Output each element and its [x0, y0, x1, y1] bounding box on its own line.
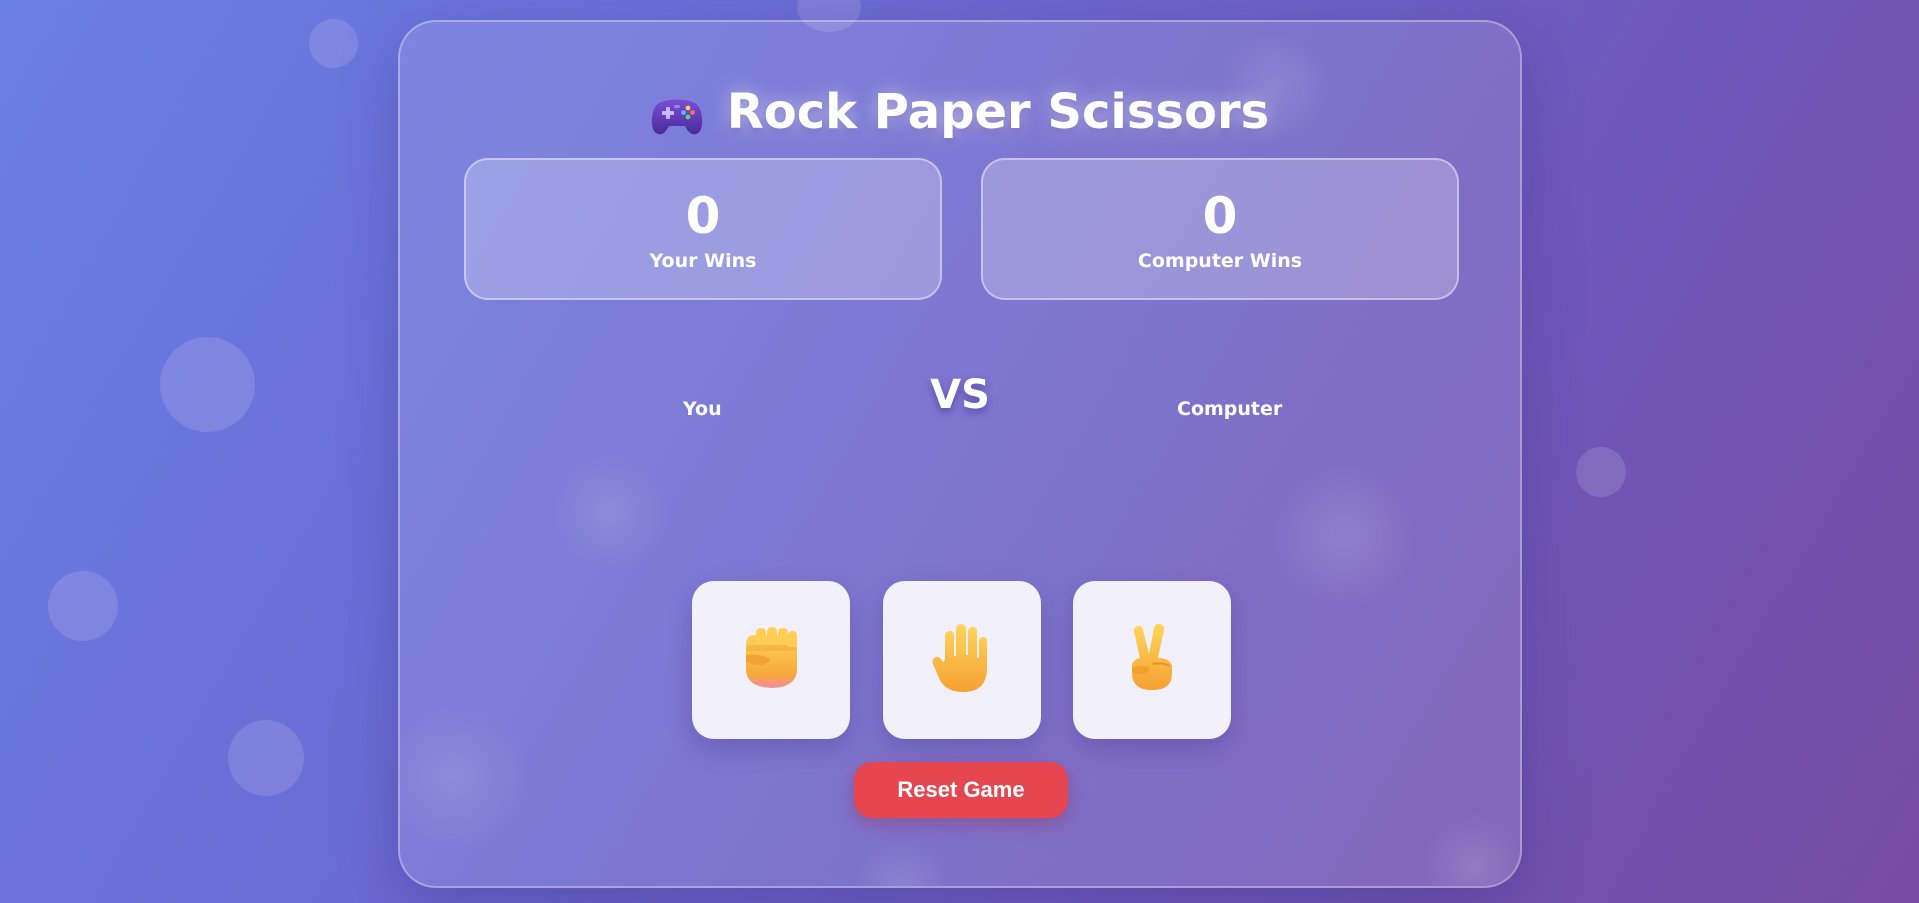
computer-score-card: 0 Computer Wins [981, 158, 1459, 300]
scissors-button[interactable] [1073, 581, 1231, 739]
player-score-value: 0 [685, 187, 721, 245]
rock-button[interactable] [692, 581, 850, 739]
decorative-glow [550, 452, 670, 572]
decorative-glow [1420, 812, 1520, 886]
fist-icon [740, 625, 802, 695]
decorative-glow [1270, 462, 1420, 612]
title-text: Rock Paper Scissors [726, 84, 1270, 140]
decorative-bubble [228, 720, 304, 796]
victory-hand-icon [1124, 623, 1180, 696]
reset-game-button[interactable]: Reset Game [854, 762, 1068, 818]
decorative-glow [852, 842, 952, 886]
computer-score-label: Computer Wins [1137, 250, 1303, 272]
vs-label: VS [930, 372, 990, 418]
computer-score-value: 0 [1202, 187, 1238, 245]
player-score-card: 0 Your Wins [464, 158, 942, 300]
raised-hand-icon [931, 622, 993, 698]
game-card: Rock Paper Scissors 0 Your Wins 0 Comput… [398, 20, 1522, 888]
page-title: Rock Paper Scissors [400, 84, 1520, 140]
player-score-label: Your Wins [649, 250, 757, 272]
decorative-bubble [309, 19, 358, 68]
computer-label: Computer [1177, 398, 1283, 420]
paper-button[interactable] [883, 581, 1041, 739]
decorative-bubble [48, 571, 118, 641]
game-controller-icon [651, 92, 703, 135]
decorative-glow [400, 702, 530, 852]
decorative-bubble [160, 337, 255, 432]
decorative-bubble [1576, 447, 1626, 497]
